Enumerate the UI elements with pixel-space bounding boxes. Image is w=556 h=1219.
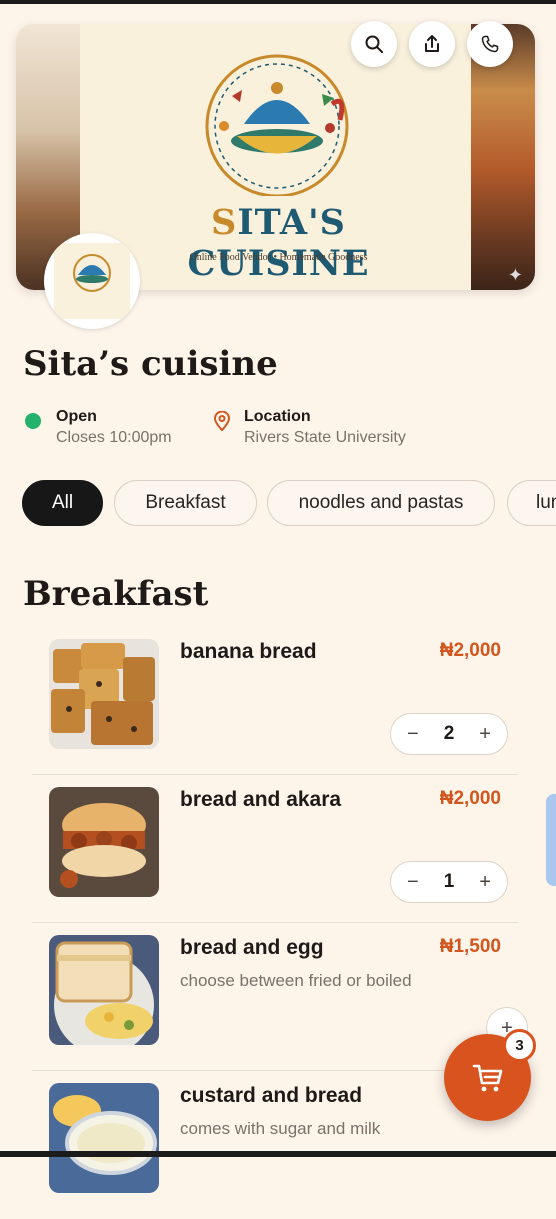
brand-tagline: Online Food Vendor • Homemade Goodness [189,252,368,263]
open-status-label: Open [56,408,97,425]
phone-icon [481,35,499,53]
item-name: bread and akara [180,788,342,811]
menu-item[interactable]: custard and bread comes with sugar and m… [32,1071,518,1219]
decrease-quantity-button[interactable]: − [407,724,419,744]
menu-item[interactable]: banana bread ₦2,000 − 2 + [32,627,518,775]
location-label: Location [244,408,311,425]
navigation-bar [0,1151,556,1157]
item-description: choose between fried or boiled [180,971,412,990]
item-name: bread and egg [180,936,324,959]
quantity-stepper: − 1 + [390,861,508,903]
quantity-stepper: − 2 + [390,713,508,755]
tab-all[interactable]: All [22,480,103,526]
banner-artwork: SITA'S CUISINE Online Food Vendor • Home… [80,24,471,290]
open-status: Open Closes 10:00pm [56,408,172,447]
item-quantity: 1 [443,871,455,892]
item-price: ₦2,000 [439,640,501,661]
logo-emblem-icon [205,54,349,196]
category-tabs: All Breakfast noodles and pastas lunch [22,480,556,528]
item-photo [49,1083,159,1193]
item-quantity: 2 [443,723,455,744]
cart-count-badge: 3 [503,1029,536,1062]
store-name: Sita’s cuisine [23,344,278,384]
section-title-breakfast: Breakfast [23,574,209,614]
store-logo-icon [54,243,130,319]
increase-quantity-button[interactable]: + [479,872,491,892]
status-bar [0,0,556,4]
tab-lunch[interactable]: lunch [507,480,556,526]
increase-quantity-button[interactable]: + [479,724,491,744]
menu-item[interactable]: bread and akara ₦2,000 − 1 + [32,775,518,923]
item-photo [49,639,159,749]
item-description: comes with sugar and milk [180,1119,381,1138]
call-button[interactable] [467,21,513,67]
search-icon [365,35,383,53]
store-avatar [44,233,140,329]
item-name: banana bread [180,640,317,663]
share-button[interactable] [409,21,455,67]
brand-initial: S [211,202,238,243]
search-button[interactable] [351,21,397,67]
location-value: Rivers State University [244,429,406,446]
item-photo [49,787,159,897]
location-info[interactable]: Location Rivers State University [244,408,406,447]
menu-item[interactable]: bread and egg choose between fried or bo… [32,923,528,1071]
item-price: ₦2,000 [439,788,501,809]
brand-wordmark: SITA'S CUISINE [150,202,407,284]
item-name: custard and bread [180,1084,363,1107]
closing-time: Closes 10:00pm [56,429,172,446]
sparkle-icon: ✦ [507,265,523,285]
edge-handle[interactable] [546,794,556,886]
tab-noodles-and-pastas[interactable]: noodles and pastas [267,480,495,526]
item-photo [49,935,159,1045]
decrease-quantity-button[interactable]: − [407,872,419,892]
location-pin-icon [213,411,231,431]
item-price: ₦1,500 [439,936,501,957]
tab-breakfast[interactable]: Breakfast [114,480,257,526]
share-icon [425,35,439,52]
cart-icon [472,1064,502,1091]
open-status-icon [25,413,41,429]
